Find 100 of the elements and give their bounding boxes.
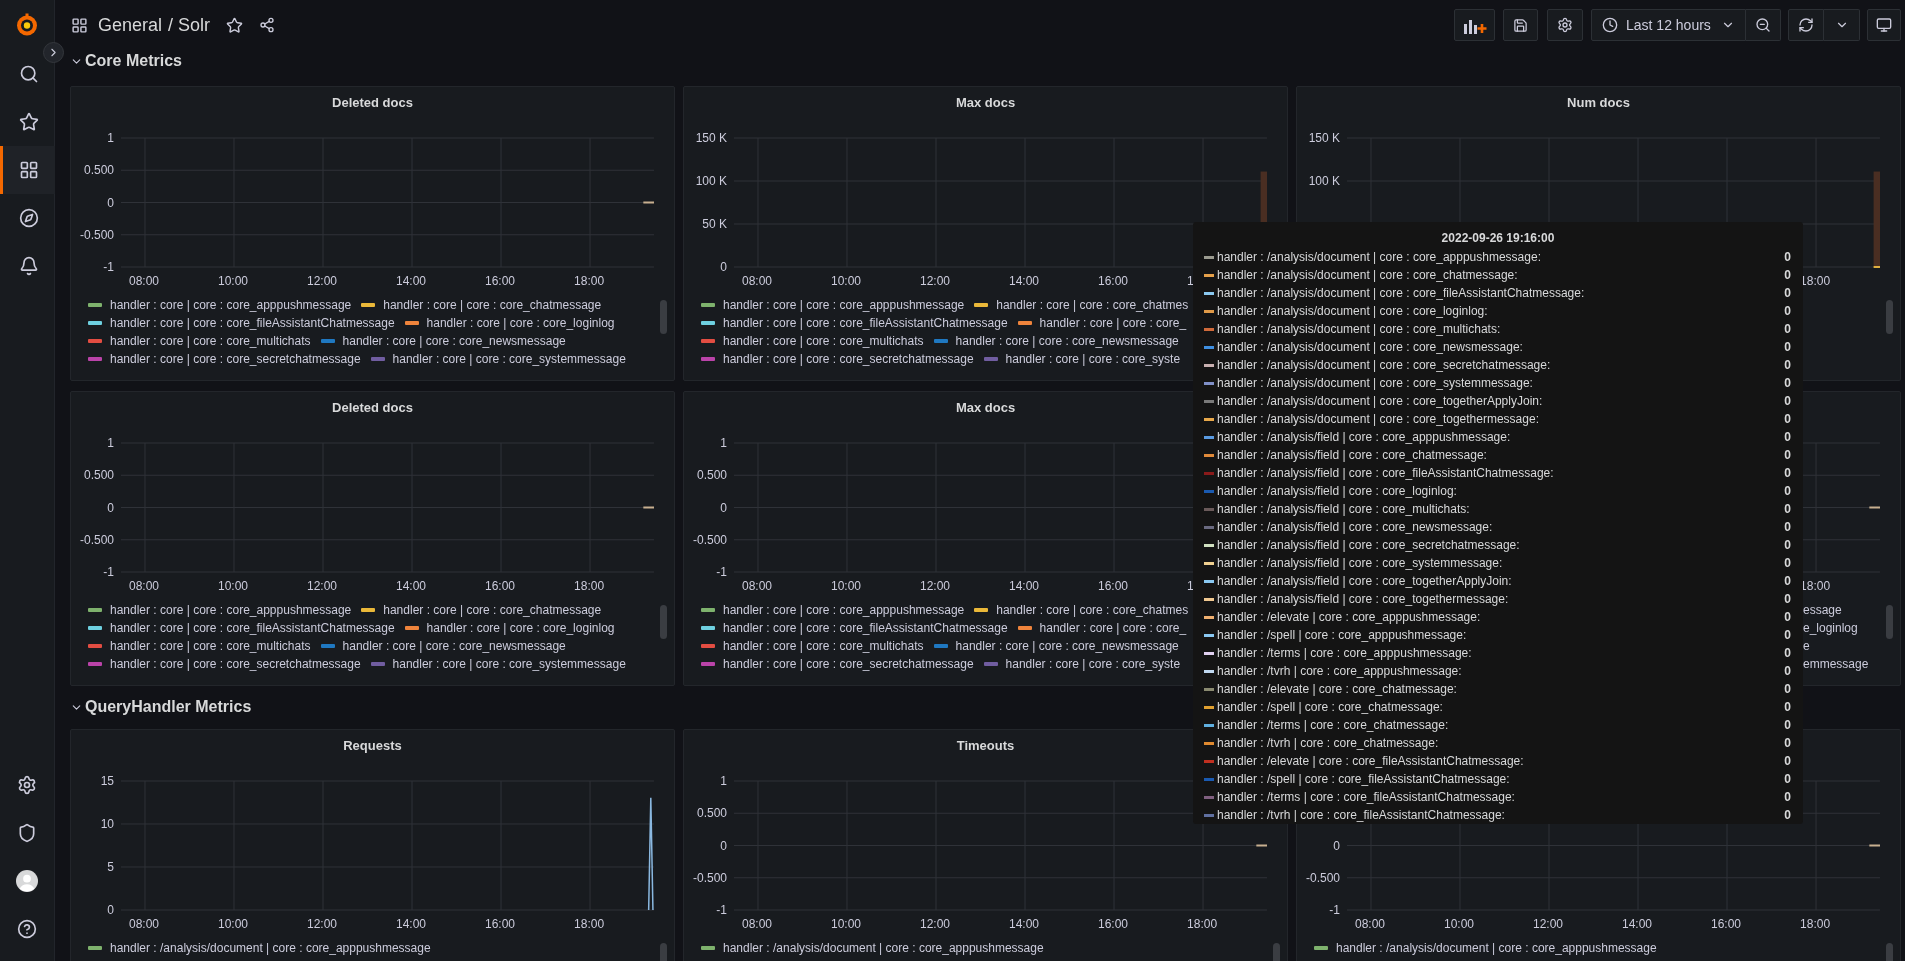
tooltip-value: 0 [1784,411,1791,427]
data-trace [1255,844,1268,847]
x-tick-label: 12:00 [920,273,952,289]
settings-button[interactable] [1547,9,1583,41]
legend-label[interactable]: handler : core | core : core_secretchatmessage [110,351,361,367]
folder-link[interactable]: General [98,11,163,39]
row-title[interactable]: QueryHandler Metrics [85,697,252,717]
legend-label[interactable]: handler : core | core : core_secretchatmessage [723,351,974,367]
tooltip-value: 0 [1784,447,1791,463]
legend-label[interactable]: handler : core | core : core_fileAssistantChatmessage [110,620,395,636]
legend-label[interactable]: handler : core | core : core_chatmes [996,602,1189,618]
legend-label[interactable]: handler : core | core : core_fileAssistantChatmessage [110,315,395,331]
x-tick-label: 12:00 [920,578,952,594]
tooltip-series-label: handler : /analysis/document | core : core_newsmessage: [1217,339,1524,355]
legend-label[interactable]: handler : core | core : core_ [1039,620,1187,636]
y-tick-label: 0 [720,500,727,515]
x-tick-label: 08:00 [1355,916,1386,932]
legend-label[interactable]: e_loginlog [1803,619,1869,637]
scrollbar-thumb[interactable] [660,605,667,639]
legend-label[interactable]: handler : /analysis/document | core : core_apppushmessage [110,940,431,956]
legend-label[interactable]: handler : core | core : core_chatmessage [383,297,602,313]
monitor-icon [1876,17,1892,33]
legend-label[interactable]: handler : core | core : core_multichats [723,333,924,349]
legend-label[interactable]: handler : core | core : core_newsmessage [955,638,1179,654]
legend-label[interactable]: handler : /analysis/document | core : core_apppushmessage [1336,940,1657,956]
add-panel-button[interactable] [1454,9,1495,41]
settings-icon [1557,17,1573,33]
tv-mode-button[interactable] [1867,9,1901,41]
legend-label[interactable]: handler : core | core : core_multichats [723,638,924,654]
legend-label[interactable]: handler : core | core : core_secretchatmessage [110,656,361,672]
legend-label[interactable]: handler : core | core : core_multichats [110,333,311,349]
y-tick-label: 0.500 [83,468,114,483]
zoom-out-icon [1755,17,1771,33]
x-tick-label: 10:00 [1444,916,1475,932]
y-tick-label: -1 [716,565,727,579]
panel-title: Deleted docs [332,94,413,112]
x-tick-label: 16:00 [485,578,517,594]
dashboard-title[interactable]: / Solr [168,11,211,39]
tooltip-value: 0 [1784,357,1791,373]
refresh-button[interactable] [1788,9,1824,41]
x-tick-label: 14:00 [1622,916,1654,932]
row-title[interactable]: Core Metrics [85,51,182,71]
y-tick-label: -0.500 [79,532,114,547]
tooltip-series-label: handler : /analysis/field | core : core_fileAssistantChatmessage: [1217,465,1555,481]
legend-label[interactable]: handler : core | core : core_systemmessage [392,351,626,367]
legend-label[interactable]: handler : core | core : core_newsmessage [955,333,1179,349]
x-tick-label: 14:00 [1009,578,1041,594]
legend-label[interactable]: handler : core | core : core_secretchatmessage [723,656,974,672]
dashboards-nav-button[interactable] [0,146,55,194]
legend-label[interactable]: handler : core | core : core_chatmessage [383,602,602,618]
legend-label[interactable]: handler : core | core : core_syste [1005,351,1181,367]
tooltip-value: 0 [1784,537,1791,553]
tooltip-value: 0 [1784,429,1791,445]
x-tick-label: 16:00 [1098,578,1130,594]
tooltip-value: 0 [1784,807,1791,823]
logo-icon[interactable] [15,13,39,37]
scrollbar-thumb[interactable] [1886,300,1893,334]
tooltip-value: 0 [1784,249,1791,265]
panel-title: Max docs [955,94,1016,112]
tooltip-value: 0 [1784,699,1791,715]
x-tick-label: 16:00 [485,273,517,289]
y-tick-label: 1 [720,774,727,788]
legend-label[interactable]: handler : core | core : core_apppushmessage [723,297,965,313]
x-tick-label: 10:00 [218,273,249,289]
zoom-out-button[interactable] [1746,9,1781,41]
x-tick-label: 14:00 [396,273,428,289]
legend-label[interactable]: handler : core | core : core_newsmessage [342,333,566,349]
legend-label[interactable]: handler : core | core : core_apppushmessage [110,602,352,618]
tooltip-value: 0 [1784,303,1791,319]
panel-title: Max docs [955,399,1016,417]
scrollbar-thumb[interactable] [660,300,667,334]
x-tick-label: 08:00 [742,578,773,594]
legend-label[interactable]: handler : core | core : core_apppushmessage [110,297,352,313]
legend-label[interactable]: handler : core | core : core_systemmessage [392,656,626,672]
tooltip-value: 0 [1784,375,1791,391]
y-tick-label: 0.500 [696,806,727,821]
panel-title: Deleted docs [332,399,413,417]
star-button[interactable] [224,15,245,35]
y-tick-label: 0 [720,260,727,274]
legend-label[interactable]: handler : core | core : core_chatmes [996,297,1189,313]
legend-label[interactable]: handler : core | core : core_loginlog [426,315,615,331]
legend-label[interactable]: handler : core | core : core_ [1039,315,1187,331]
y-tick-label: -0.500 [692,870,727,885]
legend-label[interactable]: handler : core | core : core_multichats [110,638,311,654]
legend-label[interactable]: e [1803,637,1869,655]
save-button[interactable] [1503,9,1538,41]
tooltip-value: 0 [1784,717,1791,733]
legend-label[interactable]: handler : core | core : core_apppushmessage [723,602,965,618]
legend-label[interactable]: handler : core | core : core_fileAssistantChatmessage [723,620,1008,636]
legend-label[interactable]: handler : core | core : core_syste [1005,656,1181,672]
legend-label[interactable]: handler : core | core : core_loginlog [426,620,615,636]
y-tick-label: 0 [1333,838,1340,853]
legend-label[interactable]: handler : core | core : core_fileAssistantChatmessage [723,315,1008,331]
legend-label[interactable]: essage [1803,601,1869,619]
data-trace [642,201,655,204]
legend-label[interactable]: emmessage [1803,655,1869,673]
legend-label[interactable]: handler : core | core : core_newsmessage [342,638,566,654]
legend-label[interactable]: handler : /analysis/document | core : core_apppushmessage [723,940,1044,956]
time-range-picker[interactable]: Last 12 hours [1591,9,1746,41]
scrollbar-thumb[interactable] [1886,605,1893,639]
